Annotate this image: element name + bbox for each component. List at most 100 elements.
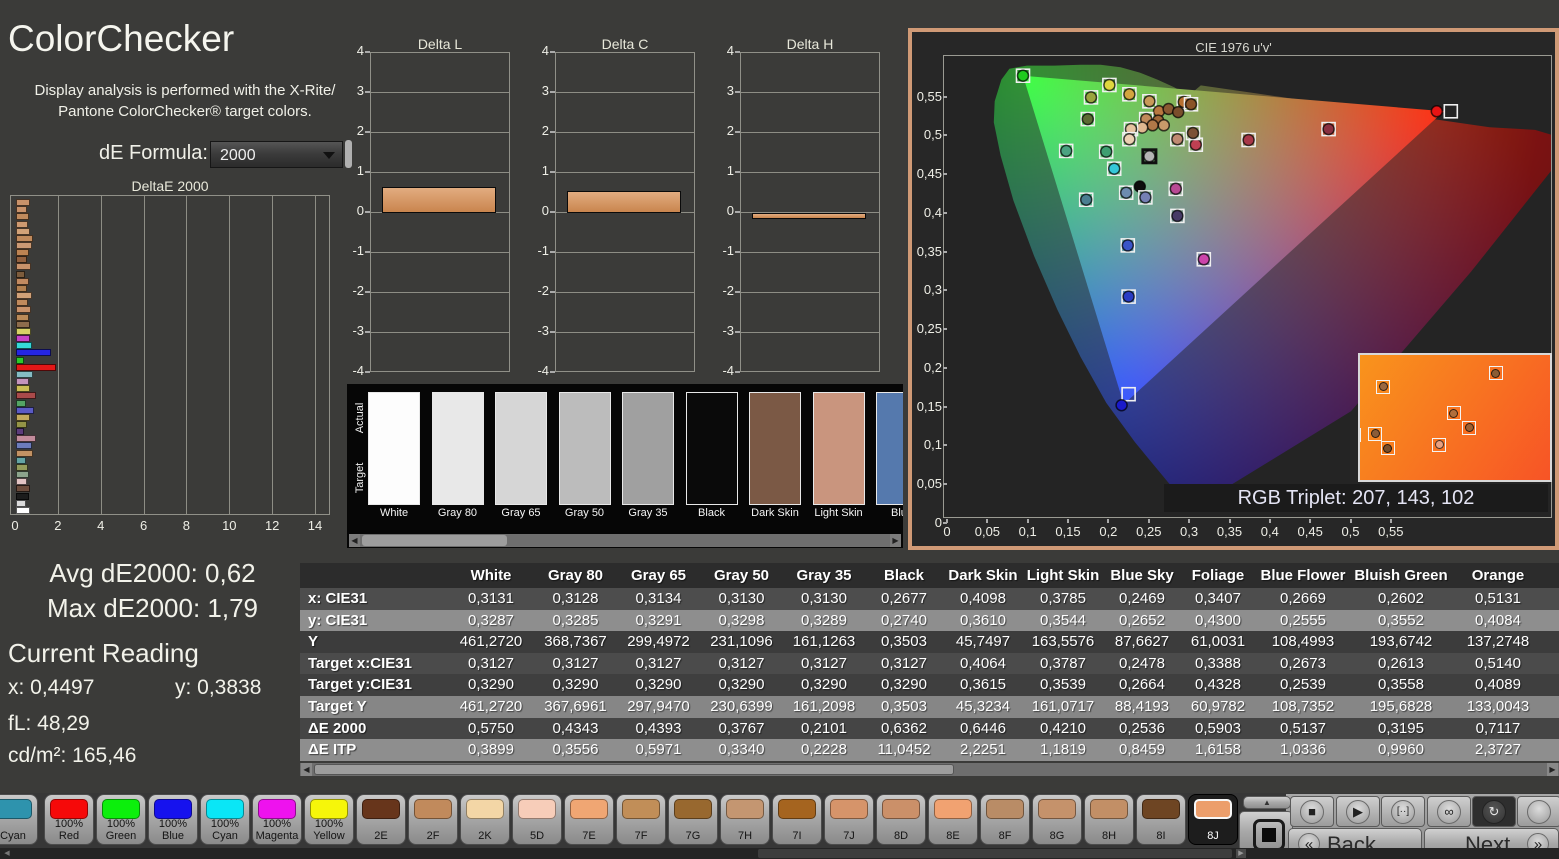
table-cell: 0,3127 bbox=[881, 654, 927, 672]
toolbar-scrollbar-thumb[interactable] bbox=[758, 849, 1232, 858]
toolbar-scroll-left-icon[interactable]: ◀ bbox=[2, 849, 12, 858]
table-cell: 2,3727 bbox=[1475, 741, 1521, 759]
inset-point-measured bbox=[1449, 408, 1459, 418]
cie-point-measured bbox=[1123, 132, 1136, 146]
patch-button-swatch bbox=[1090, 799, 1128, 819]
delta-chart-title: Delta L bbox=[417, 36, 463, 52]
patch-button-8d[interactable]: 8D bbox=[876, 794, 926, 845]
de-bar bbox=[16, 242, 32, 249]
step-icon: [··] bbox=[1391, 800, 1415, 824]
table-column-header: Gray 35 bbox=[796, 567, 852, 584]
de-bar bbox=[16, 320, 30, 328]
patch-button-100-yellow[interactable]: 100% Yellow bbox=[304, 794, 354, 845]
delta-y-tick: 3 bbox=[356, 83, 364, 98]
patch-swatch-label: Gray 50 bbox=[564, 507, 605, 519]
step-button[interactable]: [··] bbox=[1381, 796, 1425, 827]
collapse-toolbar-button[interactable]: ▲ bbox=[1243, 796, 1291, 809]
patch-window-button[interactable] bbox=[1239, 811, 1293, 852]
swatch-scrollbar[interactable]: ◀ ▶ bbox=[349, 534, 901, 547]
patch-button-7f[interactable]: 7F bbox=[616, 794, 666, 845]
table-cell: 0,19 bbox=[1545, 610, 1559, 632]
patch-button-7j[interactable]: 7J bbox=[824, 794, 874, 845]
patch-button-swatch bbox=[206, 799, 244, 819]
patch-button-7h[interactable]: 7H bbox=[720, 794, 770, 845]
patch-button-100-cyan[interactable]: 100% Cyan bbox=[200, 794, 250, 845]
swatch-scroll-right-icon[interactable]: ▶ bbox=[890, 534, 901, 547]
infinity-button[interactable]: ∞ bbox=[1427, 796, 1471, 827]
patch-button-8j[interactable]: 8J bbox=[1188, 794, 1238, 845]
patch-button-7e[interactable]: 7E bbox=[564, 794, 614, 845]
swatch-scroll-left-icon[interactable]: ◀ bbox=[349, 534, 360, 547]
stop-button[interactable]: ■ bbox=[1290, 796, 1334, 827]
de2000-x-tick: 6 bbox=[139, 518, 148, 533]
scroll-left-icon[interactable]: ◀ bbox=[301, 763, 312, 776]
patch-button-8f[interactable]: 8F bbox=[980, 794, 1030, 845]
patch-button-2k[interactable]: 2K bbox=[460, 794, 510, 845]
patch-button-100-green[interactable]: 100% Green bbox=[96, 794, 146, 845]
table-scrollbar[interactable]: ◀ ▶ bbox=[300, 763, 1559, 776]
patch-swatch bbox=[685, 392, 738, 505]
patch-button-label: 100% Magenta bbox=[255, 818, 299, 842]
patch-button-label: 7G bbox=[685, 830, 701, 842]
delta-y-tick: 2 bbox=[356, 123, 364, 138]
table-cell: 0,3787 bbox=[1040, 654, 1086, 672]
de-formula-dropdown[interactable]: 2000 bbox=[210, 141, 343, 168]
delta-y-tickmark bbox=[735, 171, 740, 173]
patch-button-7i[interactable]: 7I bbox=[772, 794, 822, 845]
patch-button-2e[interactable]: 2E bbox=[356, 794, 406, 845]
play-button[interactable]: ▶ bbox=[1336, 796, 1380, 827]
patch-button-100-blue[interactable]: 100% Blue bbox=[148, 794, 198, 845]
patch-button-7g[interactable]: 7G bbox=[668, 794, 718, 845]
patch-button-100-red[interactable]: 100% Red bbox=[44, 794, 94, 845]
patch-button-cyan[interactable]: Cyan bbox=[0, 794, 38, 845]
patch-button-swatch bbox=[466, 799, 504, 819]
reading-y: y: 0,3838 bbox=[175, 676, 262, 699]
patch-button-8g[interactable]: 8G bbox=[1032, 794, 1082, 845]
table-cell: 0,2469 bbox=[1119, 590, 1165, 607]
cie-point-measured bbox=[1242, 133, 1255, 147]
delta-y-tick: 0 bbox=[541, 203, 549, 218]
table-cell: 0,3552 bbox=[1378, 611, 1424, 629]
table-cell: 0,3556 bbox=[552, 741, 599, 759]
cie-y-tickmark bbox=[943, 95, 947, 98]
toolbar-scroll-right-icon[interactable]: ▶ bbox=[1236, 849, 1246, 858]
delta-gridline bbox=[741, 252, 879, 253]
inset-point-measured bbox=[1434, 440, 1444, 449]
patch-button-100-magenta[interactable]: 100% Magenta bbox=[252, 794, 302, 845]
table-cell: 0,3558 bbox=[1378, 676, 1424, 694]
patch-button-label: 8F bbox=[998, 830, 1012, 842]
de-bar bbox=[16, 213, 29, 221]
cie-point-measured bbox=[1059, 144, 1073, 158]
refresh-button[interactable]: ↻ bbox=[1472, 796, 1516, 827]
patch-button-5d[interactable]: 5D bbox=[512, 794, 562, 845]
patch-swatch bbox=[622, 392, 674, 505]
delta-bar bbox=[382, 187, 496, 213]
toolbar-scrollbar[interactable]: ◀ ▶ bbox=[0, 848, 1559, 859]
de-bar bbox=[16, 220, 28, 228]
scroll-right-icon[interactable]: ▶ bbox=[1547, 763, 1558, 776]
reading-cdm2: cd/m²: 165,46 bbox=[8, 744, 137, 767]
table-scrollbar-thumb[interactable] bbox=[314, 764, 954, 775]
delta-gridline bbox=[556, 252, 694, 253]
patch-button-swatch bbox=[518, 799, 556, 819]
table-column-header: Gray 80 bbox=[547, 567, 604, 584]
table-row-label: Target y:CIE31 bbox=[308, 676, 412, 694]
patch-button-8e[interactable]: 8E bbox=[928, 794, 978, 845]
table-cell: 2,2251 bbox=[960, 741, 1006, 759]
de-bar bbox=[16, 449, 33, 457]
patch-button-8h[interactable]: 8H bbox=[1084, 794, 1134, 845]
patch-button-label: 5D bbox=[529, 830, 545, 842]
table-cell: 461,2720 bbox=[459, 698, 523, 715]
swatch-scrollbar-thumb[interactable] bbox=[362, 535, 507, 546]
cie-x-tick: 0,2 bbox=[1099, 524, 1118, 539]
patch-button-8i[interactable]: 8I bbox=[1136, 794, 1186, 845]
blank-button[interactable] bbox=[1517, 796, 1559, 827]
table-cell: 0,2602 bbox=[1378, 590, 1424, 607]
patch-button-2f[interactable]: 2F bbox=[408, 794, 458, 845]
table-cell: 53,4 bbox=[1545, 631, 1559, 653]
de-bar bbox=[16, 349, 51, 357]
delta-y-tickmark bbox=[735, 291, 740, 293]
table-cell: 297,9470 bbox=[627, 698, 690, 715]
table-cell: 0,3298 bbox=[718, 611, 765, 629]
table-cell: 0,5140 bbox=[1475, 654, 1521, 672]
